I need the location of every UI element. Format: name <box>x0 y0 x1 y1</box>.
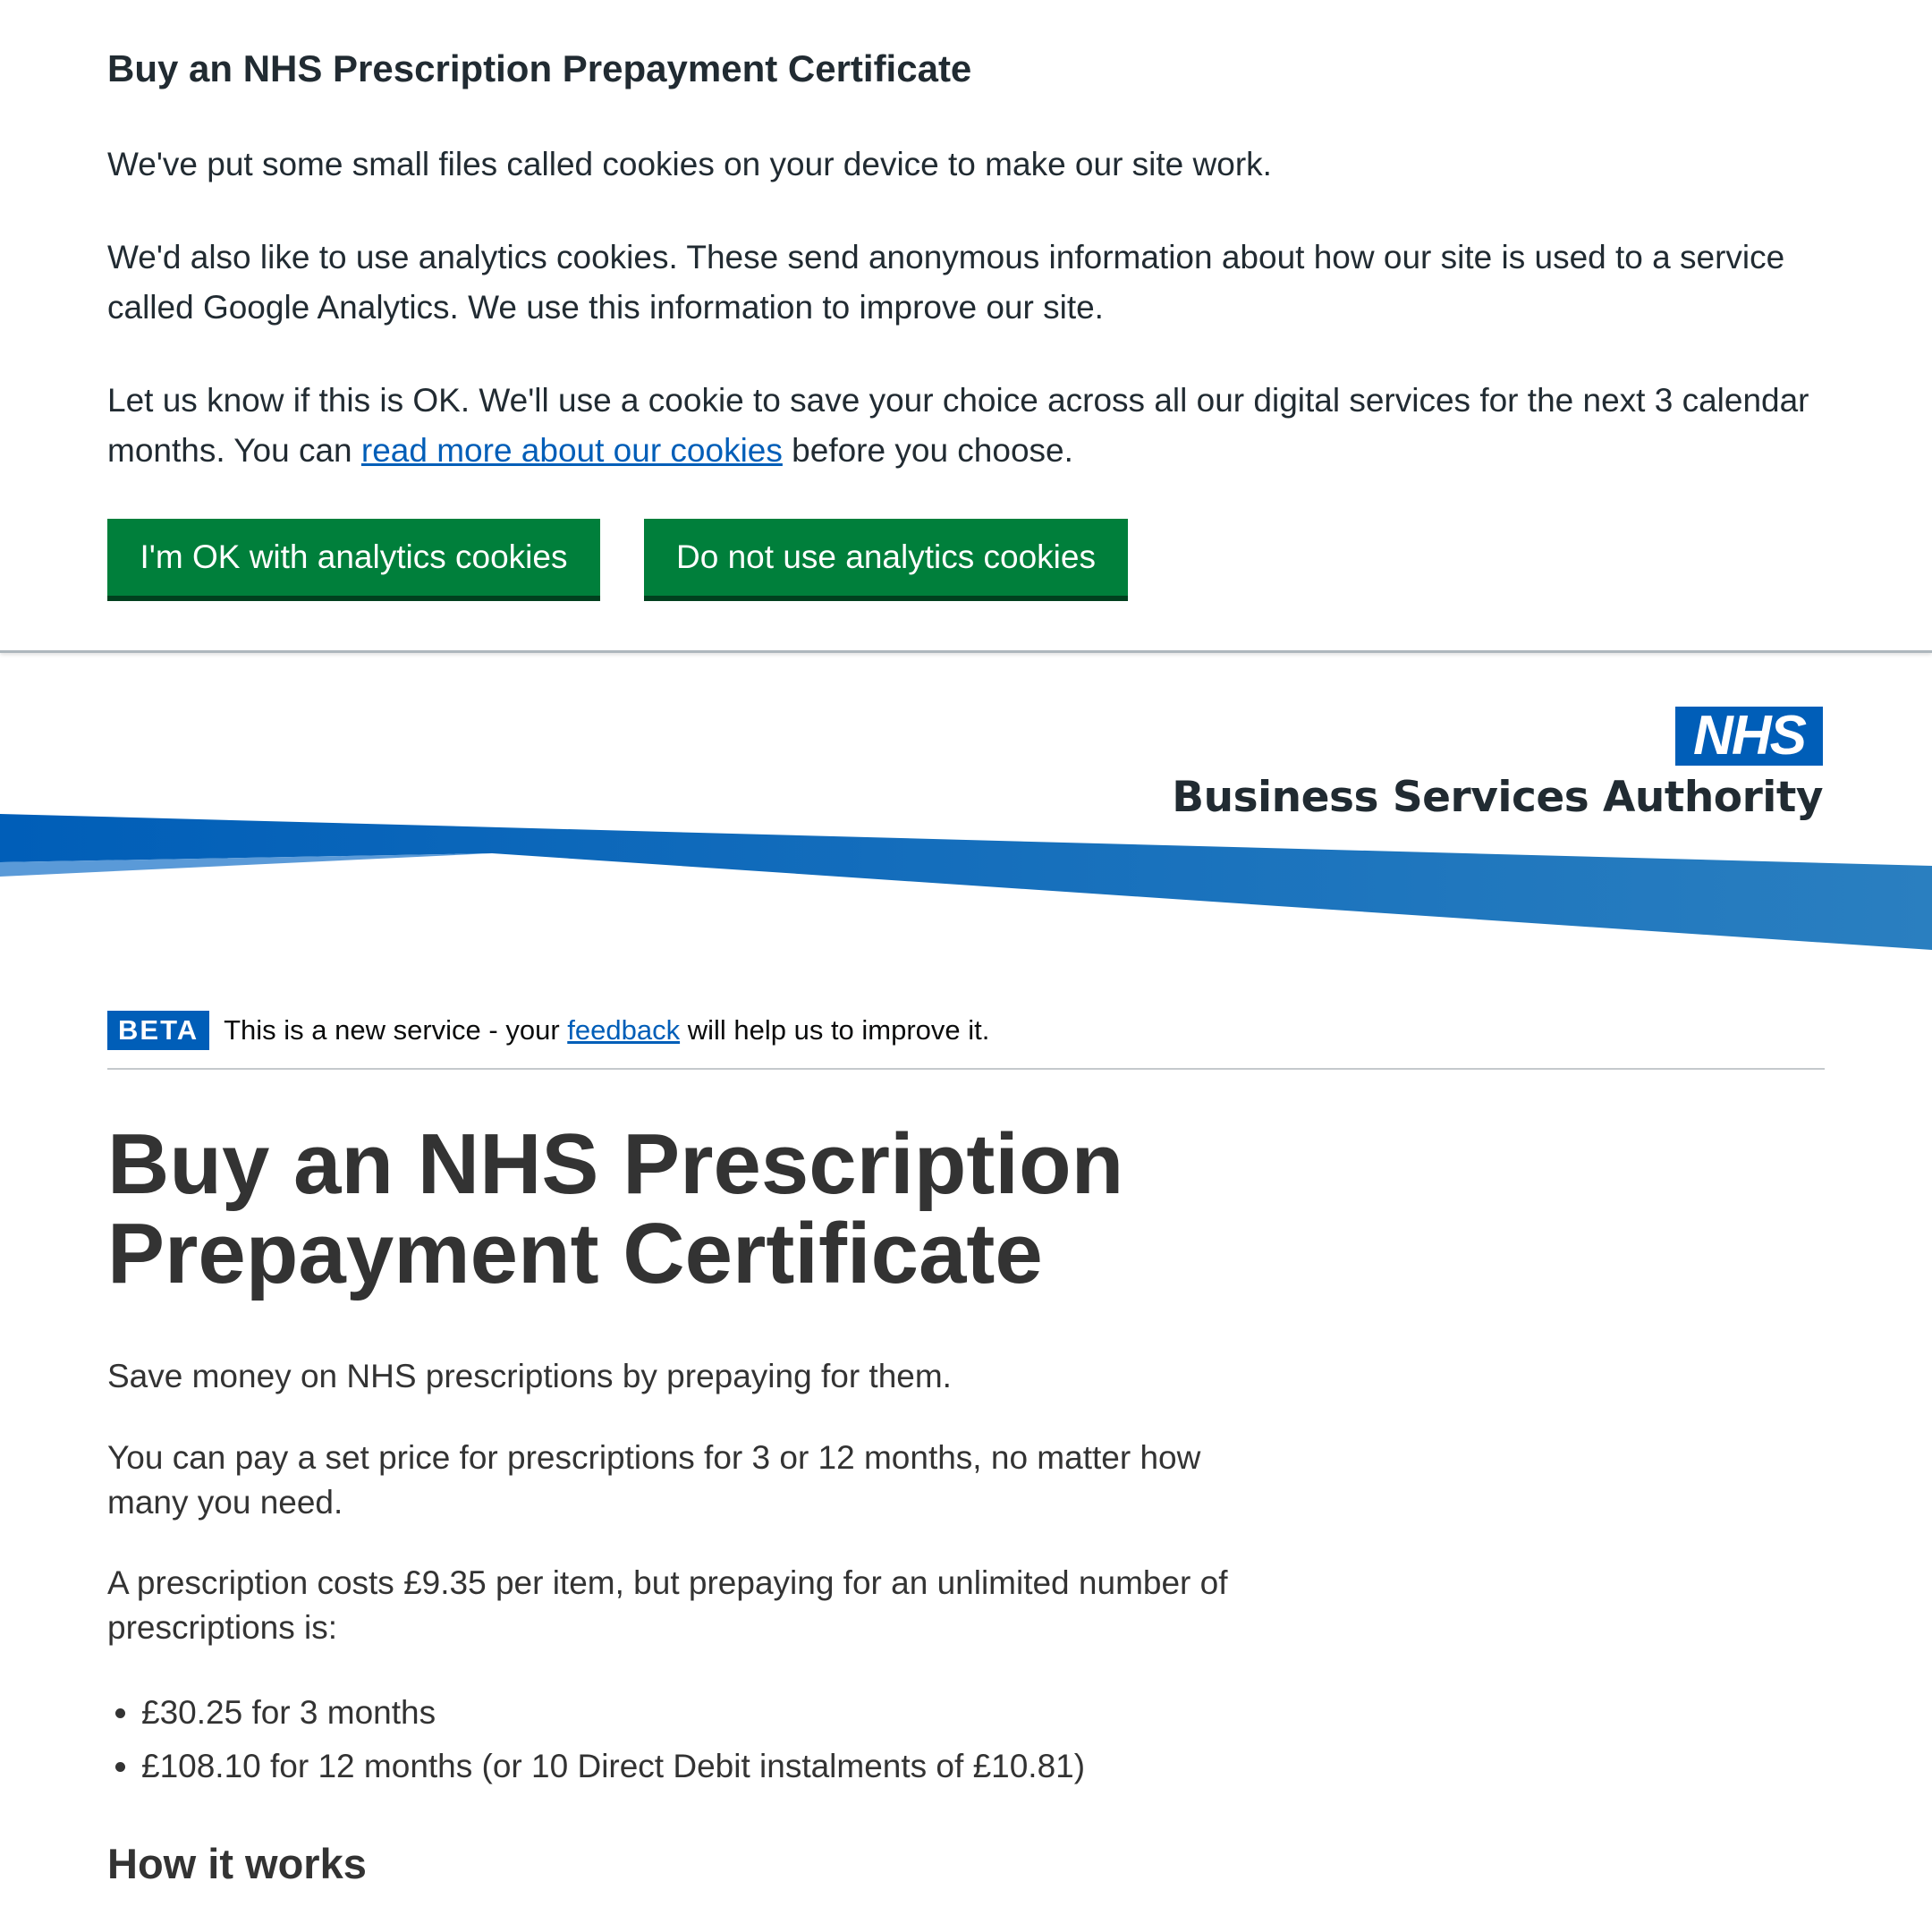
read-more-cookies-link[interactable]: read more about our cookies <box>361 432 783 469</box>
beta-tag: BETA <box>107 1011 210 1050</box>
cookie-banner: Buy an NHS Prescription Prepayment Certi… <box>0 0 1932 653</box>
beta-text-before-link: This is a new service - your <box>224 1014 568 1046</box>
intro-paragraph-1: Save money on NHS prescriptions by prepa… <box>107 1358 952 1394</box>
cookie-banner-text-1: We've put some small files called cookie… <box>107 146 1272 182</box>
how-it-works-heading: How it works <box>107 1840 367 1887</box>
accept-analytics-cookies-button[interactable]: I'm OK with analytics cookies <box>107 519 600 601</box>
cookie-banner-heading: Buy an NHS Prescription Prepayment Certi… <box>107 47 972 89</box>
cookie-text-after-link: before you choose. <box>782 432 1073 469</box>
beta-text-after-link: will help us to improve it. <box>680 1014 990 1046</box>
nhs-logo: NHS <box>1675 707 1823 766</box>
price-list-item: £30.25 for 3 months <box>141 1686 1085 1740</box>
intro-paragraph-3: A prescription costs £9.35 per item, but… <box>107 1564 1228 1646</box>
price-list-item: £108.10 for 12 months (or 10 Direct Debi… <box>141 1740 1085 1793</box>
cookie-banner-text-3: Let us know if this is OK. We'll use a c… <box>107 376 1825 476</box>
feedback-link[interactable]: feedback <box>567 1014 680 1046</box>
intro-paragraph-2: You can pay a set price for prescription… <box>107 1439 1201 1521</box>
cookie-banner-text-2: We'd also like to use analytics cookies.… <box>107 239 1785 326</box>
price-list: £30.25 for 3 months £108.10 for 12 month… <box>107 1686 1085 1793</box>
reject-analytics-cookies-button[interactable]: Do not use analytics cookies <box>644 519 1128 601</box>
page-title: Buy an NHS Prescription Prepayment Certi… <box>107 1116 1124 1301</box>
beta-banner: BETA This is a new service - your feedba… <box>107 1011 989 1050</box>
nhs-logo-text: NHS <box>1693 705 1807 767</box>
beta-banner-text: This is a new service - your feedback wi… <box>224 1014 989 1046</box>
beta-divider <box>107 1068 1825 1070</box>
header-swoosh-decoration <box>0 814 1932 950</box>
